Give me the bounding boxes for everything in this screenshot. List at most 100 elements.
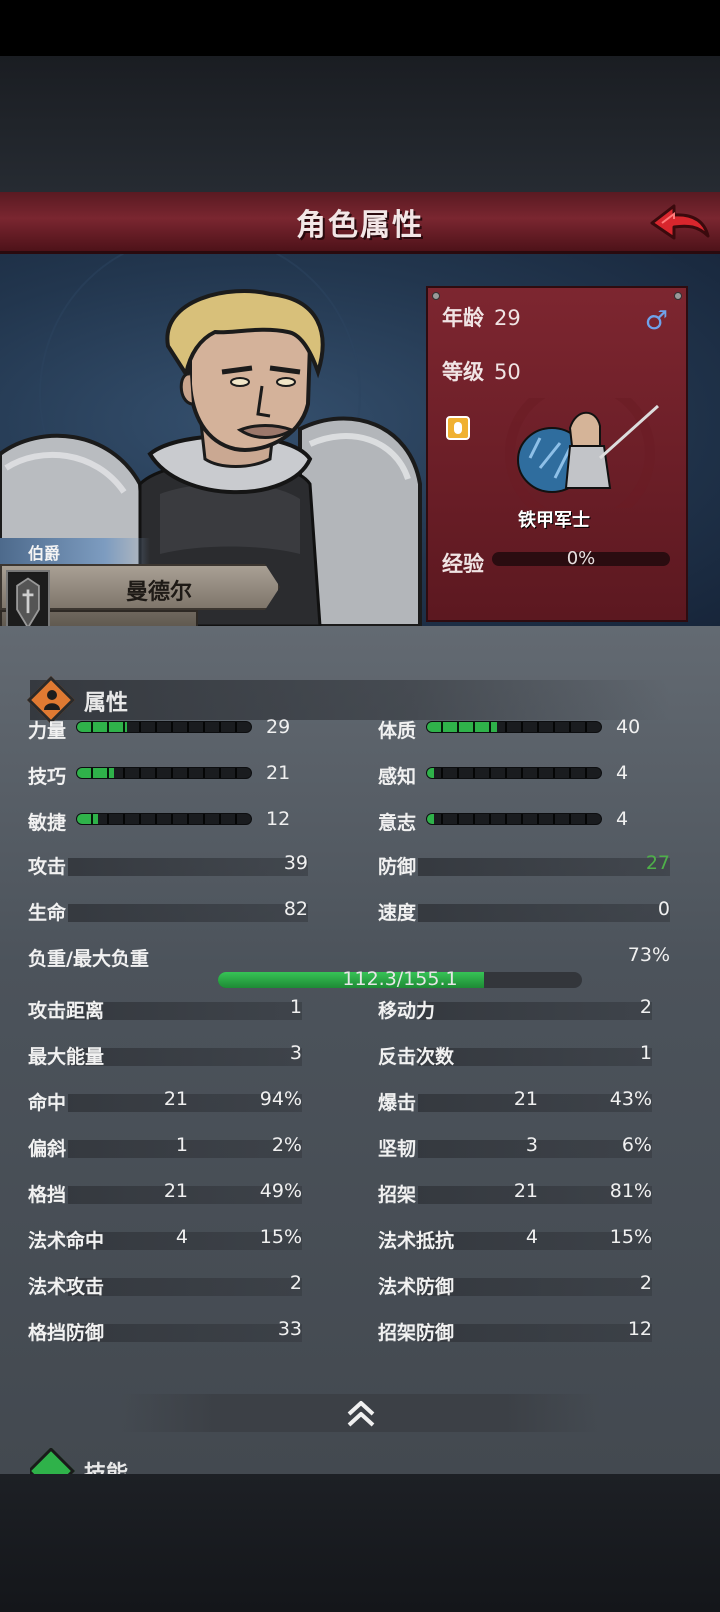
stat-name: 攻击 (28, 856, 67, 878)
stat-name: 移动力 (378, 1000, 436, 1022)
stat-value: 6% (621, 1134, 652, 1156)
stat-name: 格挡防御 (28, 1322, 105, 1344)
stat-bar (426, 767, 602, 779)
secondary-stat-row: 最大能量 3 (28, 1042, 302, 1068)
stat-name: 法术防御 (378, 1276, 455, 1298)
stat-track (68, 904, 308, 922)
stat-value: 21 (266, 762, 291, 784)
back-arrow-icon[interactable] (648, 200, 710, 246)
rank-label: 伯爵 (28, 544, 61, 563)
attributes-label: 属性 (84, 691, 129, 716)
rank-tag: 伯爵 (0, 538, 150, 564)
secondary-stat-row: 命中 21 94% (28, 1088, 302, 1114)
stat-name: 坚韧 (378, 1138, 417, 1160)
stat-name: 招架防御 (378, 1322, 455, 1344)
stat-bar-segments (77, 722, 251, 732)
exp-label: 经验 (442, 552, 484, 576)
stat-value: 1 (639, 1042, 652, 1064)
stat-name: 偏斜 (28, 1138, 67, 1160)
secondary-stat-row: 法术命中 4 15% (28, 1226, 302, 1252)
stat-value: 29 (266, 716, 291, 738)
stat-value-raw: 1 (175, 1134, 188, 1156)
stat-name: 力量 (28, 720, 67, 742)
stat-value-raw: 21 (163, 1088, 188, 1110)
stat-name: 意志 (378, 812, 417, 834)
stat-name: 攻击距离 (28, 1000, 105, 1022)
secondary-stat-row: 反击次数 1 (378, 1042, 652, 1068)
class-figure (505, 398, 660, 508)
stat-speed: 速度 0 (378, 898, 670, 924)
stat-name: 格挡 (28, 1184, 67, 1206)
stat-track (418, 1002, 652, 1020)
secondary-stat-row: 爆击 21 43% (378, 1088, 652, 1114)
stat-value: 4 (616, 808, 629, 830)
secondary-stat-row: 偏斜 1 2% (28, 1134, 302, 1160)
stat-value: 0 (657, 898, 670, 920)
stat-value: 3 (289, 1042, 302, 1064)
stat-name: 招架 (378, 1184, 417, 1206)
secondary-stat-row: 招架 21 81% (378, 1180, 652, 1206)
stat-value: 12 (266, 808, 291, 830)
stat-value: 39 (283, 852, 308, 874)
collapse-chevron-icon[interactable] (344, 1396, 378, 1430)
stat-value: 82 (283, 898, 308, 920)
stat-value: 2% (271, 1134, 302, 1156)
stat-value-raw: 21 (513, 1088, 538, 1110)
stat-name: 速度 (378, 902, 417, 924)
stat-track (418, 858, 670, 876)
stat-value: 15% (259, 1226, 302, 1248)
stat-bar (426, 721, 602, 733)
attributes-section-header[interactable]: 属性 (26, 675, 670, 725)
stat-name: 体质 (378, 720, 417, 742)
primary-stat-row: 意志 4 (378, 808, 648, 834)
stat-value-raw: 4 (525, 1226, 538, 1248)
stat-name: 爆击 (378, 1092, 417, 1114)
stat-name: 法术命中 (28, 1230, 105, 1252)
class-shield-icon[interactable] (446, 416, 470, 440)
secondary-stat-row: 法术抵抗 4 15% (378, 1226, 652, 1252)
level-label: 等级 (442, 360, 484, 384)
stat-value: 2 (639, 996, 652, 1018)
stat-track (418, 904, 670, 922)
exp-value: 0% (566, 548, 596, 569)
primary-stat-row: 技巧 21 (28, 762, 298, 788)
info-banner: 年龄 29 ♂ 等级 50 铁甲军士 经验 0% (426, 286, 688, 622)
secondary-stat-row: 格挡 21 49% (28, 1180, 302, 1206)
primary-stat-row: 感知 4 (378, 762, 648, 788)
load-percent: 73% (627, 944, 670, 966)
male-icon: ♂ (644, 306, 668, 336)
stat-name: 反击次数 (378, 1046, 455, 1068)
person-icon (44, 690, 60, 710)
stat-value-raw: 21 (163, 1180, 188, 1202)
status-bar-area (0, 0, 720, 56)
load-label: 负重/最大负重 (28, 948, 149, 970)
secondary-stat-row: 坚韧 3 6% (378, 1134, 652, 1160)
stat-value: 94% (259, 1088, 302, 1110)
stat-value: 15% (609, 1226, 652, 1248)
stat-name: 生命 (28, 902, 67, 924)
stat-bar-segments (427, 722, 601, 732)
stat-bar (76, 767, 252, 779)
level-value: 50 (494, 360, 521, 384)
stat-value: 2 (289, 1272, 302, 1294)
load-percent-row: 73% (600, 944, 670, 970)
stat-track (68, 858, 308, 876)
primary-stat-row: 敏捷 12 (28, 808, 298, 834)
stat-value: 49% (259, 1180, 302, 1202)
stat-value: 2 (639, 1272, 652, 1294)
age-value: 29 (494, 306, 521, 330)
secondary-stat-row: 法术攻击 2 (28, 1272, 302, 1298)
stat-name: 命中 (28, 1092, 67, 1114)
age-label: 年龄 (442, 306, 484, 330)
skills-section-header[interactable]: 技能 (30, 1448, 670, 1474)
stat-name: 法术攻击 (28, 1276, 105, 1298)
pin (674, 292, 682, 300)
stat-defense: 防御 27 (378, 852, 670, 878)
stat-value: 27 (645, 852, 670, 874)
stat-bar-segments (427, 814, 601, 824)
secondary-stat-row: 招架防御 12 (378, 1318, 652, 1344)
stat-bar (76, 813, 252, 825)
stat-bar-segments (427, 768, 601, 778)
stat-bar (76, 721, 252, 733)
bottom-backdrop (0, 1474, 720, 1612)
